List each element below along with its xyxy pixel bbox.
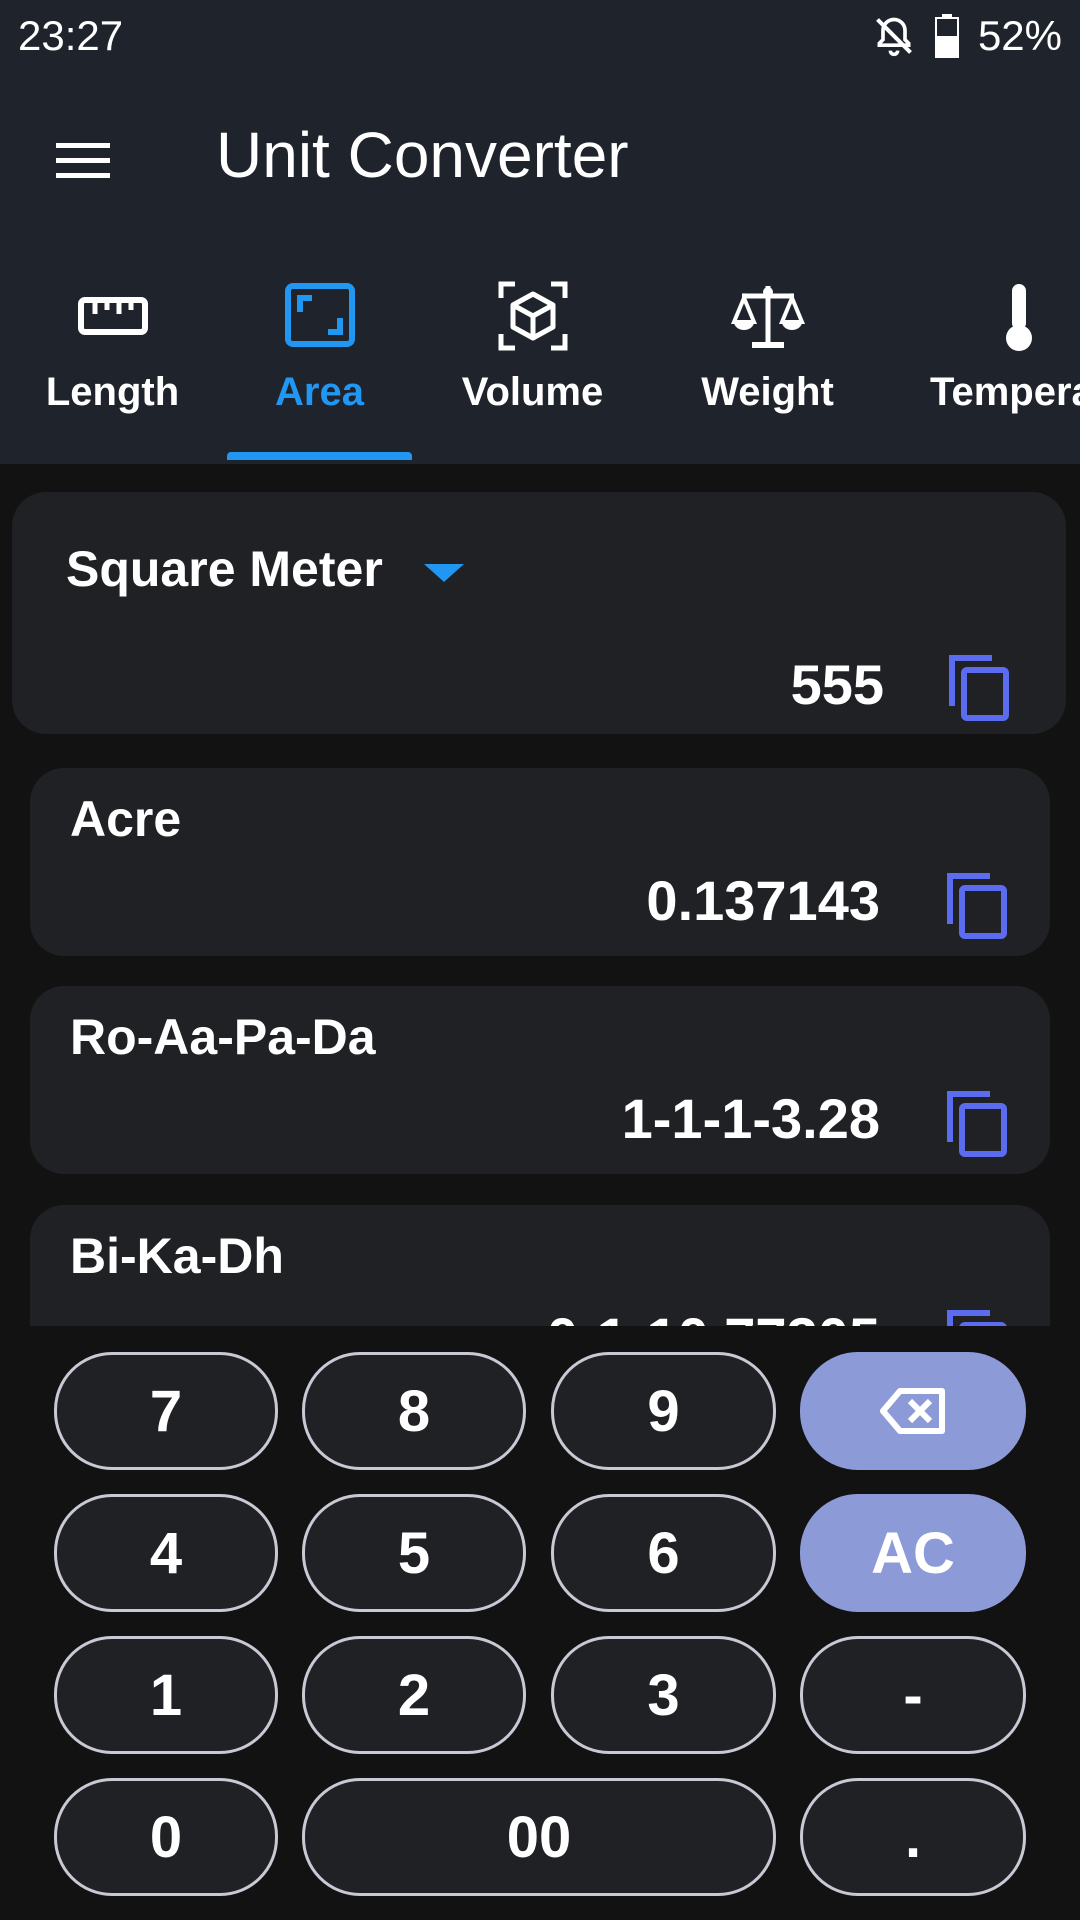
- result-unit-name: Ro-Aa-Pa-Da: [70, 1009, 376, 1065]
- key-1[interactable]: 1: [54, 1636, 278, 1754]
- source-unit-selector[interactable]: Square Meter: [66, 540, 383, 598]
- key-3[interactable]: 3: [551, 1636, 776, 1754]
- backspace-button[interactable]: [800, 1352, 1026, 1470]
- cube-icon: [498, 281, 567, 351]
- status-icons: 52%: [872, 12, 1062, 60]
- key-5[interactable]: 5: [302, 1494, 526, 1612]
- status-bar: 23:27 52%: [0, 0, 1080, 74]
- tab-indicator: [227, 452, 412, 460]
- result-value: 0-1-10.77305: [547, 1305, 880, 1326]
- tab-temperature[interactable]: Tempera: [930, 270, 1080, 464]
- tab-length[interactable]: Length: [30, 270, 195, 464]
- key-00[interactable]: 00: [302, 1778, 776, 1896]
- menu-button[interactable]: [38, 116, 128, 206]
- scale-icon: [730, 286, 805, 348]
- ruler-icon: [77, 297, 148, 335]
- source-card: Square Meter 555: [12, 492, 1066, 734]
- tab-weight[interactable]: Weight: [685, 270, 850, 464]
- keypad: 7 8 9 4 5 6 AC 1 2 3 - 0 00 .: [0, 1326, 1080, 1920]
- copy-icon[interactable]: [946, 1090, 1008, 1158]
- tab-area[interactable]: Area: [227, 270, 412, 464]
- app-title: Unit Converter: [216, 119, 629, 191]
- bell-off-icon: [876, 17, 912, 57]
- clear-all-button[interactable]: AC: [800, 1494, 1026, 1612]
- tab-length-label: Length: [45, 370, 180, 414]
- key-0[interactable]: 0: [54, 1778, 278, 1896]
- source-value: 555: [790, 653, 884, 716]
- thermometer-icon: [1006, 284, 1032, 351]
- key-6[interactable]: 6: [551, 1494, 776, 1612]
- dropdown-arrow-icon[interactable]: [424, 564, 464, 582]
- backspace-icon: [880, 1388, 945, 1434]
- result-unit-name: Acre: [70, 791, 182, 847]
- battery-percent: 52%: [977, 12, 1062, 59]
- menu-icon: [56, 143, 110, 178]
- result-card-acre: Acre 0.137143: [30, 768, 1050, 956]
- key-7[interactable]: 7: [54, 1352, 278, 1470]
- copy-icon[interactable]: [948, 654, 1010, 722]
- category-tabs: Length Area Volume Weight Tempera: [0, 270, 1080, 464]
- result-value: 0.137143: [646, 869, 880, 932]
- status-time: 23:27: [18, 12, 124, 59]
- key-8[interactable]: 8: [302, 1352, 526, 1470]
- conversion-list[interactable]: Square Meter 555 Acre 0.137143 Ro-Aa-Pa-…: [0, 464, 1080, 1326]
- tab-volume-label: Volume: [461, 370, 604, 414]
- result-unit-name: Bi-Ka-Dh: [70, 1228, 284, 1284]
- tab-area-label: Area: [275, 370, 364, 414]
- key-2[interactable]: 2: [302, 1636, 526, 1754]
- app-bar: Unit Converter Length Area Volume Weight…: [0, 74, 1080, 464]
- battery-icon: [934, 14, 959, 58]
- key-4[interactable]: 4: [54, 1494, 278, 1612]
- minus-button[interactable]: -: [800, 1636, 1026, 1754]
- decimal-point-button[interactable]: .: [800, 1778, 1026, 1896]
- result-value: 1-1-1-3.28: [621, 1087, 880, 1150]
- result-card-ropani: Ro-Aa-Pa-Da 1-1-1-3.28: [30, 986, 1050, 1174]
- tab-weight-label: Weight: [701, 370, 834, 414]
- key-9[interactable]: 9: [551, 1352, 776, 1470]
- area-icon: [284, 283, 355, 347]
- tab-volume[interactable]: Volume: [450, 270, 615, 464]
- result-card-bigha: Bi-Ka-Dh 0-1-10.77305: [30, 1205, 1050, 1326]
- copy-icon[interactable]: [946, 872, 1008, 940]
- copy-icon[interactable]: [946, 1309, 1008, 1326]
- tab-temperature-label: Tempera: [930, 370, 1080, 414]
